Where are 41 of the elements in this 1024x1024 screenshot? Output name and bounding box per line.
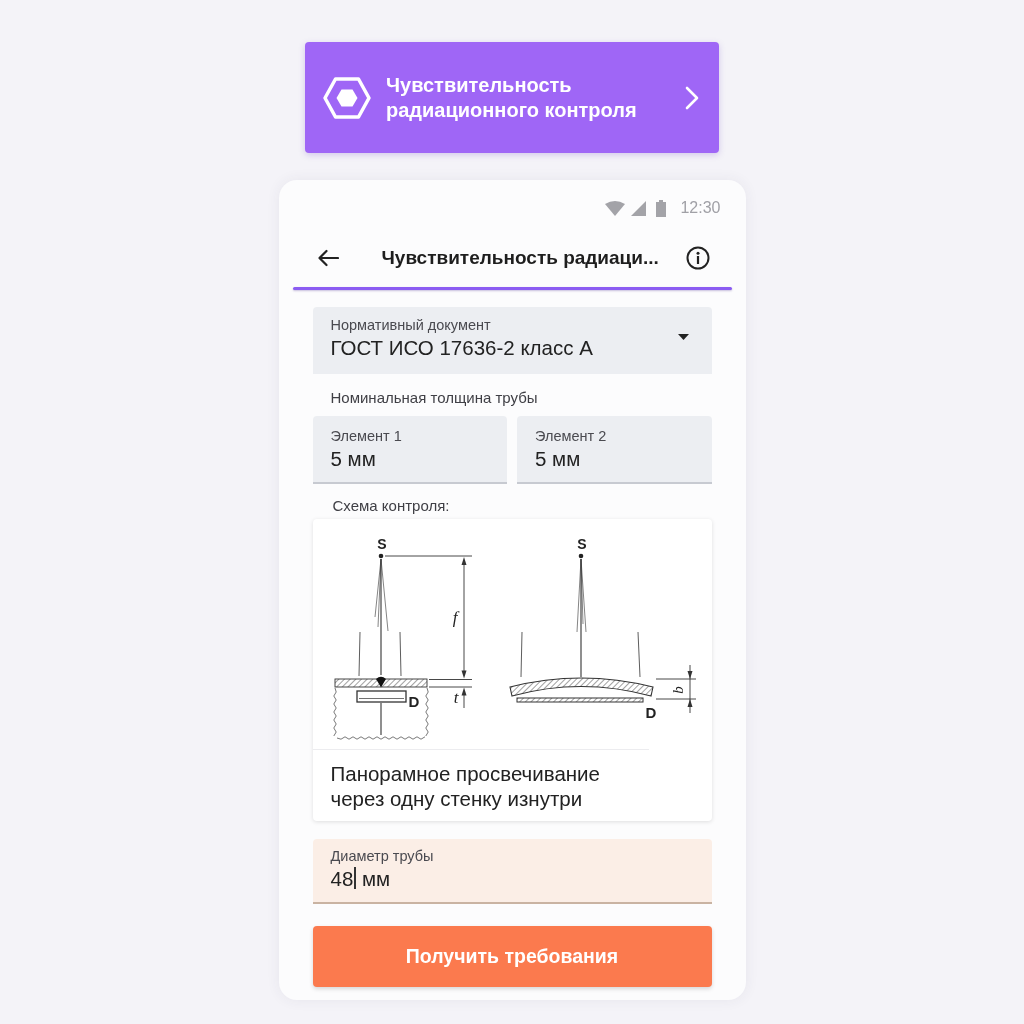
document-dropdown[interactable]: Нормативный документ ГОСТ ИСО 17636-2 класс А	[312, 307, 712, 374]
detector-label: D	[408, 693, 419, 710]
diameter-input[interactable]: Диаметр трубы 48 мм	[312, 839, 712, 904]
text-cursor-icon	[354, 867, 356, 889]
scheme-description: Панорамное просвечивание через одну стенку изнутри	[312, 749, 649, 811]
field-label: Нормативный документ	[330, 316, 492, 334]
info-icon[interactable]	[685, 245, 710, 270]
hexagon-icon	[323, 76, 371, 119]
screen-title: Чувствительность радиаци...	[381, 246, 659, 269]
thickness-label: t	[453, 688, 458, 707]
source-point	[378, 553, 383, 559]
detector-label: D	[645, 704, 656, 721]
field-label: Диаметр трубы	[330, 846, 435, 865]
feature-card[interactable]: Чувствительность радиационного контроля	[305, 42, 719, 153]
field-value: ГОСТ ИСО 17636-2 класс А	[330, 335, 594, 361]
field-label: Элемент 2	[535, 426, 608, 445]
unit-label: мм	[361, 865, 391, 892]
caret-down-icon	[677, 333, 689, 340]
battery-icon	[656, 199, 667, 217]
gap-label: b	[669, 686, 686, 694]
back-arrow-icon[interactable]	[316, 248, 339, 267]
thickness-input[interactable]: Элемент 1 5 мм	[312, 416, 507, 484]
axis-line	[379, 702, 382, 736]
detector-film	[355, 690, 407, 703]
field-value: 5 мм	[330, 445, 377, 472]
status-time: 12:30	[680, 199, 721, 217]
source-point	[578, 553, 583, 559]
section-label: Номинальная толщина трубы	[330, 389, 539, 407]
wifi-icon	[605, 200, 626, 216]
gap-dimension	[655, 664, 696, 714]
section-label: Схема контроля:	[332, 497, 451, 515]
thickness-dimension	[428, 679, 472, 709]
field-label: Элемент 1	[330, 426, 403, 445]
thickness-input[interactable]: Элемент 2 5 мм	[517, 416, 712, 484]
source-label: S	[376, 536, 387, 552]
source-label: S	[576, 536, 587, 552]
field-value: 5 мм	[535, 445, 582, 472]
field-value: 48	[330, 865, 354, 892]
weld-bead	[375, 676, 386, 688]
chevron-right-icon	[685, 85, 699, 110]
signal-icon	[631, 200, 647, 216]
